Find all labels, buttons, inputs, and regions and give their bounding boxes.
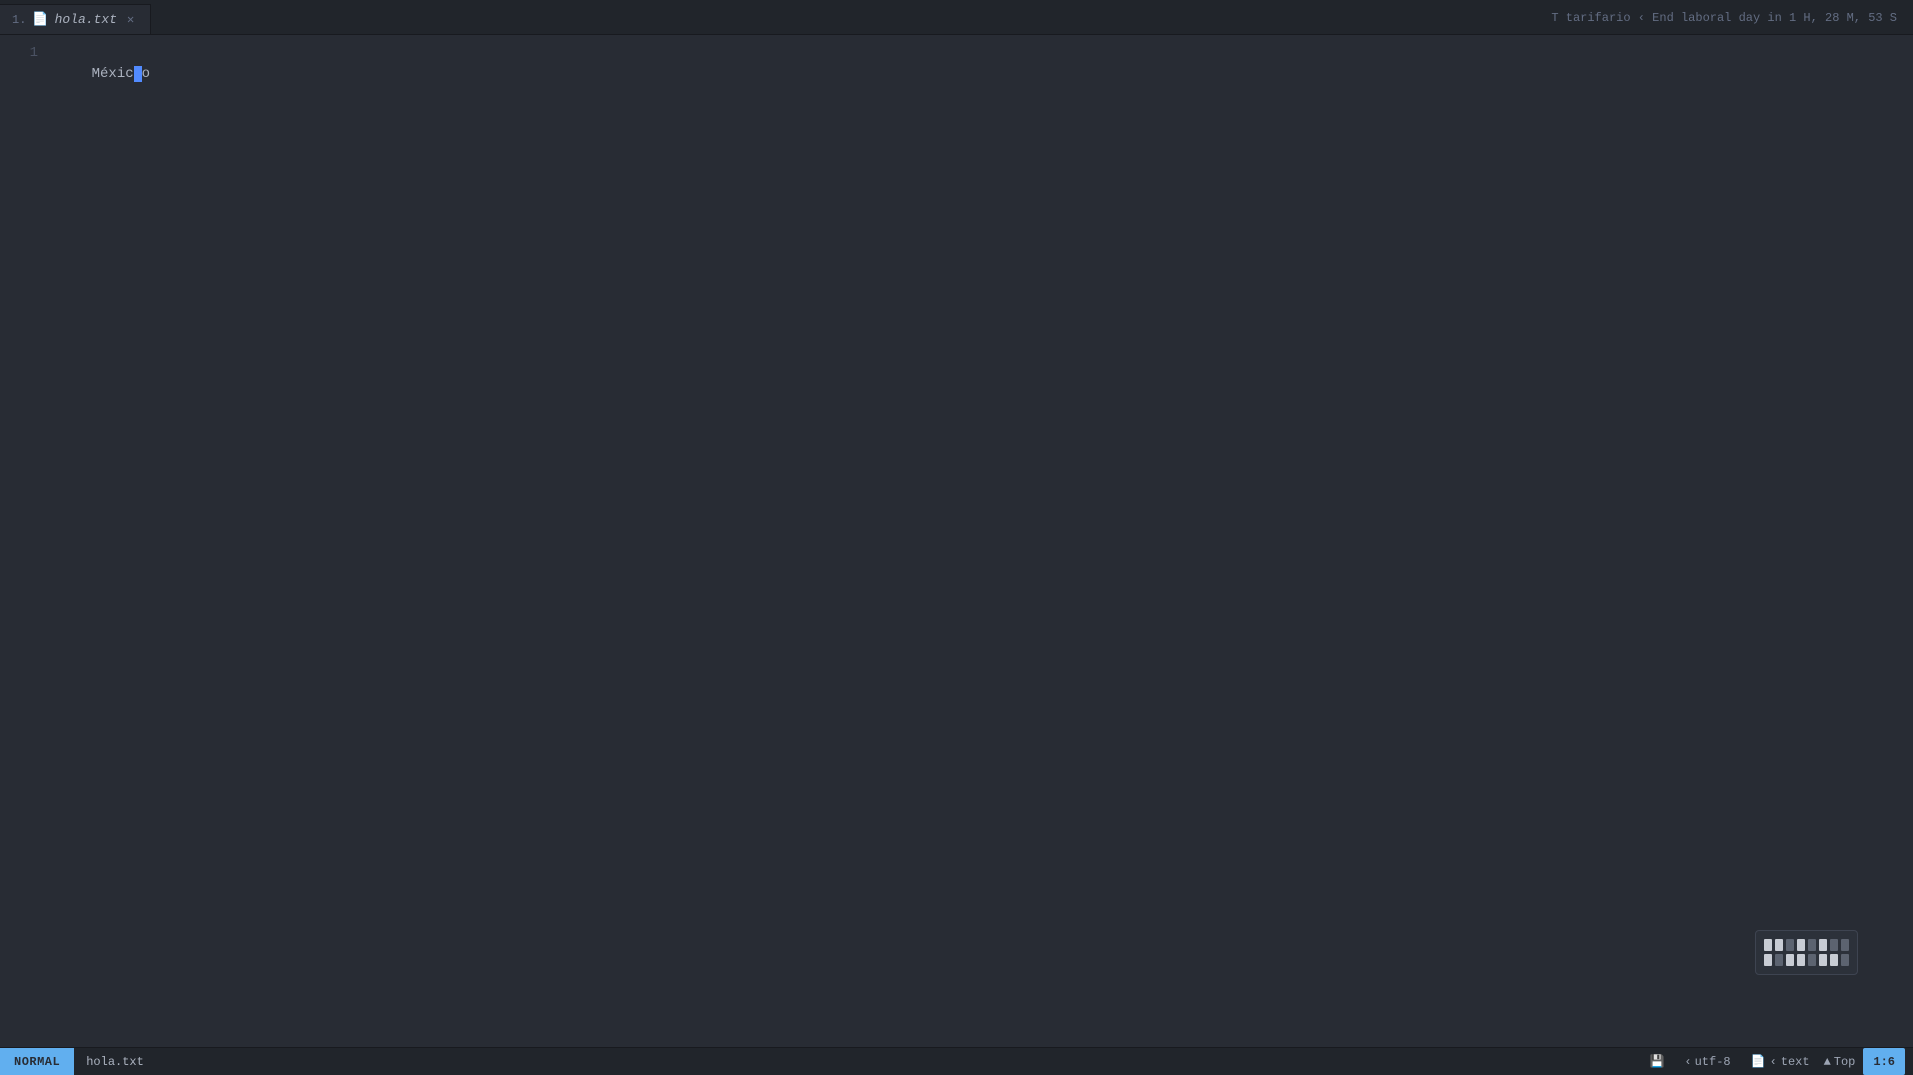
status-top-label: ▲ Top [1824,1055,1856,1069]
status-bar: NORMAL hola.txt 💾 ‹ utf-8 📄 ‹ text ▲ Top… [0,1047,1913,1075]
line-numbers: 1 [0,35,50,1047]
minimap-block-12 [1808,954,1816,966]
minimap-block-13 [1819,954,1827,966]
minimap-block-9 [1775,954,1783,966]
minimap-block-11 [1797,954,1805,966]
save-icon: 💾 [1649,1054,1664,1069]
minimap-block-3 [1797,939,1805,951]
tab-file-icon: 📄 [32,12,48,27]
minimap-block-14 [1830,954,1838,966]
line-1-content: México [92,66,150,82]
minimap-widget [1755,930,1858,975]
mode-indicator: NORMAL [0,1048,74,1075]
line-number-1: 1 [0,43,38,64]
minimap-block-15 [1841,954,1849,966]
minimap-block-6 [1830,939,1838,951]
minimap-block-2 [1786,939,1794,951]
tab-hola-txt[interactable]: 1. 📄 hola.txt ✕ [0,4,151,34]
file-icon: 📄 [1751,1054,1766,1069]
tab-filename: hola.txt [55,12,117,27]
status-encoding[interactable]: ‹ utf-8 [1678,1048,1736,1075]
status-position: 1:6 [1863,1048,1905,1075]
minimap-container [1755,930,1858,975]
minimap-block-5 [1819,939,1827,951]
tab-number: 1. [12,13,26,27]
top-indicator-text: Top [1834,1055,1856,1069]
tab-bar: 1. 📄 hola.txt ✕ T tarifario ‹ End labora… [0,0,1913,35]
top-indicator-arrow: ▲ [1824,1055,1831,1069]
minimap-block-0 [1764,939,1772,951]
status-filetype[interactable]: 📄 ‹ text [1745,1048,1816,1075]
status-filename: hola.txt [74,1055,156,1069]
minimap-block-10 [1786,954,1794,966]
top-status-bar: T tarifario ‹ End laboral day in 1 H, 28… [1551,0,1913,35]
minimap-block-7 [1841,939,1849,951]
tab-close-button[interactable]: ✕ [123,10,138,29]
minimap-block-1 [1775,939,1783,951]
status-right: 💾 ‹ utf-8 📄 ‹ text ▲ Top 1:6 [1643,1048,1913,1075]
minimap-block-4 [1808,939,1816,951]
encoding-text: utf-8 [1695,1055,1731,1069]
type-arrow-left: ‹ [1770,1055,1777,1069]
minimap-block-8 [1764,954,1772,966]
encoding-arrow-left: ‹ [1684,1055,1691,1069]
editor-content[interactable]: México [50,35,1913,1047]
editor-area: 1 México [0,35,1913,1047]
cursor [134,66,142,82]
status-git: 💾 [1643,1048,1670,1075]
file-type-text: text [1781,1055,1810,1069]
top-status-text: T tarifario ‹ End laboral day in 1 H, 28… [1551,11,1897,25]
